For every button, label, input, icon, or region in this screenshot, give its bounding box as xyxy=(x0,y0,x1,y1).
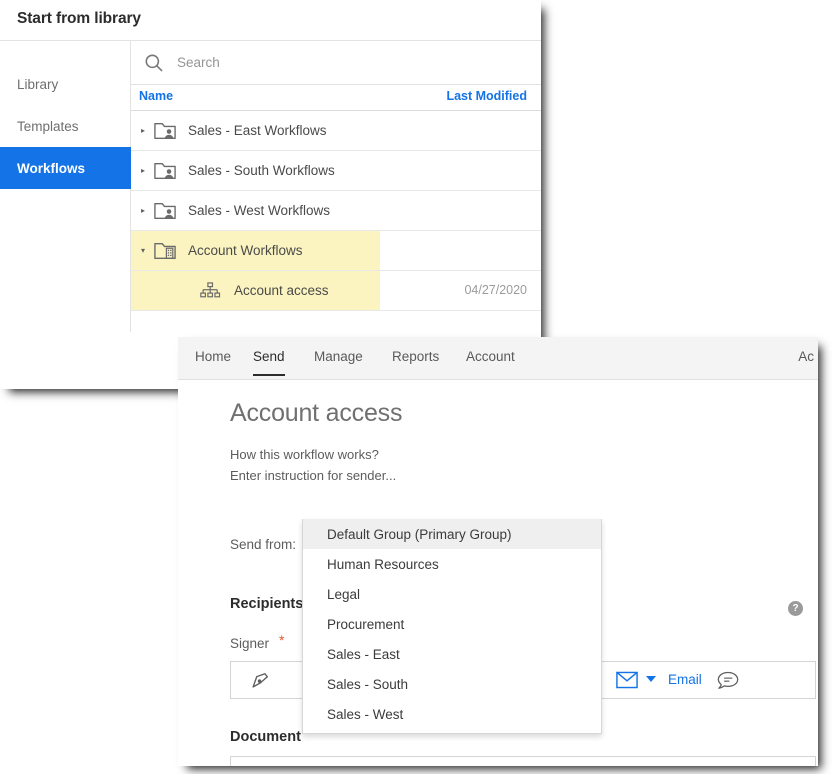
table-row[interactable]: ▸ Sales - South Workflows xyxy=(131,151,541,191)
document-heading: Document xyxy=(230,729,301,745)
sidebar-item-label: Templates xyxy=(17,118,79,134)
library-sidebar: Library Templates Workflows xyxy=(0,41,131,332)
dropdown-option[interactable]: Sales - East xyxy=(303,639,601,669)
tab-home[interactable]: Home xyxy=(195,349,231,374)
library-tree-list: ▸ Sales - East Workflows ▸ Sales - South… xyxy=(131,111,541,311)
library-column-headers: Name Last Modified xyxy=(131,85,541,111)
chevron-right-icon[interactable]: ▸ xyxy=(135,206,151,215)
row-label: Sales - South Workflows xyxy=(188,163,335,178)
table-row[interactable]: ▸ Sales - East Workflows xyxy=(131,111,541,151)
tab-manage[interactable]: Manage xyxy=(314,349,363,374)
dropdown-option[interactable]: Human Resources xyxy=(303,549,601,579)
dropdown-option[interactable]: Sales - South xyxy=(303,669,601,699)
document-name-value: New Workflow xyxy=(245,764,331,766)
folder-user-icon xyxy=(154,122,176,139)
chevron-right-icon[interactable]: ▸ xyxy=(135,166,151,175)
workflow-instruction-line-2: Enter instruction for sender... xyxy=(230,468,397,483)
signature-pen-icon[interactable] xyxy=(249,670,271,692)
tab-reports[interactable]: Reports xyxy=(392,349,439,374)
library-search-bar[interactable] xyxy=(131,41,541,85)
sidebar-item-workflows[interactable]: Workflows xyxy=(0,147,131,189)
envelope-icon[interactable] xyxy=(616,671,638,689)
dropdown-option[interactable]: Legal xyxy=(303,579,601,609)
dropdown-option[interactable]: Default Group (Primary Group) xyxy=(303,519,601,549)
speech-bubble-icon[interactable] xyxy=(717,671,739,690)
workflow-instruction-line-1: How this workflow works? xyxy=(230,447,379,462)
chevron-right-icon[interactable]: ▸ xyxy=(135,126,151,135)
recipients-heading: Recipients xyxy=(230,596,304,612)
table-row[interactable]: ▸ Account access 04/27/2020 xyxy=(131,271,541,311)
row-label: Account Workflows xyxy=(188,243,303,258)
folder-user-icon xyxy=(154,202,176,219)
top-navigation-bar: Home Send Manage Reports Account Ac xyxy=(178,337,818,380)
tab-account[interactable]: Account xyxy=(466,349,515,374)
document-name-field[interactable]: New Workflow xyxy=(230,756,816,766)
column-header-name[interactable]: Name xyxy=(139,89,173,103)
required-marker: * xyxy=(279,632,285,648)
library-window-title: Start from library xyxy=(17,10,141,27)
column-header-last-modified[interactable]: Last Modified xyxy=(446,89,527,103)
table-row[interactable]: ▾ Account Workflows xyxy=(131,231,541,271)
workflow-node-icon xyxy=(200,281,221,297)
library-window: Start from library Library Templates Wor… xyxy=(0,0,541,389)
tab-send[interactable]: Send xyxy=(253,349,285,376)
chevron-down-icon[interactable] xyxy=(646,676,656,682)
folder-building-icon xyxy=(154,242,176,259)
row-label: Account access xyxy=(234,283,329,298)
delivery-method-label[interactable]: Email xyxy=(668,672,702,687)
nav-right-truncated-label[interactable]: Ac xyxy=(798,349,814,364)
signer-label: Signer xyxy=(230,636,270,651)
search-input[interactable] xyxy=(177,55,427,70)
row-label: Sales - West Workflows xyxy=(188,203,331,218)
send-from-dropdown-list[interactable]: Default Group (Primary Group) Human Reso… xyxy=(302,519,602,734)
dropdown-option[interactable]: Sales - West xyxy=(303,699,601,729)
sidebar-item-library[interactable]: Library xyxy=(0,63,131,105)
row-label: Sales - East Workflows xyxy=(188,123,327,138)
screen-root: Start from library Library Templates Wor… xyxy=(0,0,832,774)
sidebar-item-label: Library xyxy=(17,76,59,92)
library-main-pane: Name Last Modified ▸ Sales - East Workfl… xyxy=(131,41,541,332)
dropdown-option[interactable]: Procurement xyxy=(303,609,601,639)
folder-user-icon xyxy=(154,162,176,179)
page-title: Account access xyxy=(230,399,403,427)
table-row[interactable]: ▸ Sales - West Workflows xyxy=(131,191,541,231)
sidebar-item-templates[interactable]: Templates xyxy=(0,105,131,147)
library-window-titlebar: Start from library xyxy=(0,0,541,41)
send-from-label: Send from: xyxy=(230,537,297,552)
search-icon xyxy=(145,54,163,71)
help-icon[interactable]: ? xyxy=(788,601,803,616)
sidebar-item-label: Workflows xyxy=(17,160,86,176)
chevron-down-icon[interactable]: ▾ xyxy=(135,246,151,255)
row-date: 04/27/2020 xyxy=(464,283,527,297)
